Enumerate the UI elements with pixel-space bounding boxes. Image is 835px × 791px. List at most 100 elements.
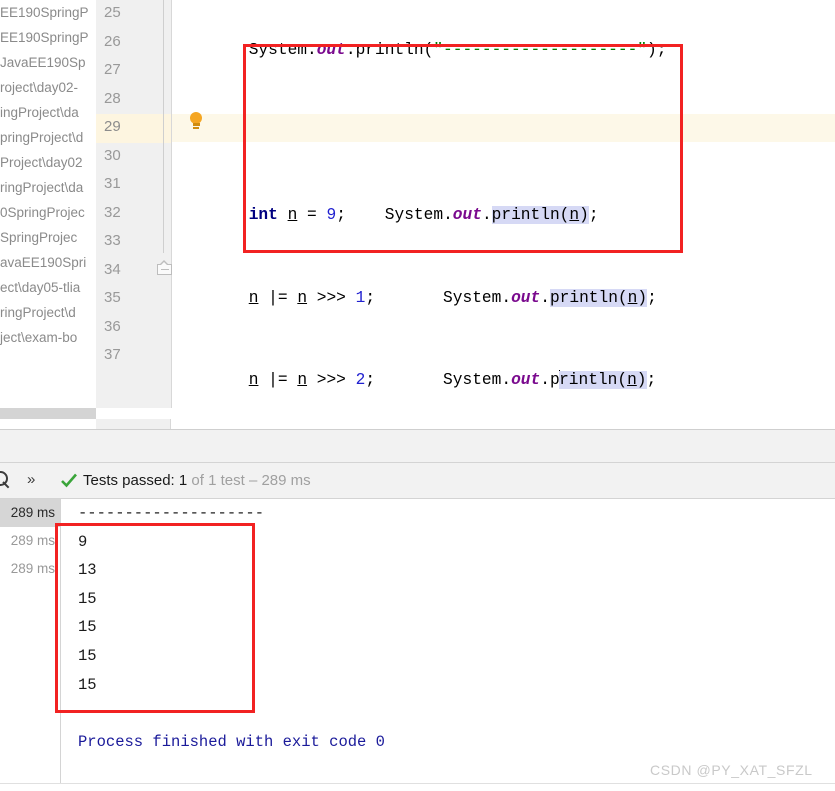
code-token-semi: ; bbox=[646, 371, 657, 389]
line-number: 25 bbox=[104, 4, 121, 21]
code-token-tail: ); bbox=[647, 41, 667, 59]
code-token-out: out bbox=[511, 371, 541, 389]
test-tree-row[interactable]: 289 ms bbox=[0, 555, 60, 583]
gutter-line: 35 bbox=[96, 285, 171, 314]
gutter-line: 28 bbox=[96, 86, 171, 115]
code-token-dot: . bbox=[501, 288, 512, 307]
tests-separator: – bbox=[248, 472, 258, 489]
tool-window-splitter[interactable] bbox=[0, 429, 835, 463]
code-token-sys: System bbox=[384, 206, 444, 224]
code-line-26[interactable] bbox=[171, 119, 835, 148]
code-token-semi: ; bbox=[336, 206, 385, 224]
path-row[interactable]: ject\exam-bo bbox=[0, 325, 96, 350]
fold-dash bbox=[160, 268, 169, 270]
project-panel-scrollbar[interactable] bbox=[0, 408, 835, 419]
code-token-dot: . bbox=[540, 288, 550, 307]
code-token-var-n: n bbox=[297, 371, 308, 389]
code-token-int: int bbox=[248, 206, 278, 224]
gutter-line: 32 bbox=[96, 200, 171, 229]
path-row[interactable]: ect\day05-tlia bbox=[0, 275, 96, 300]
code-token-sys: System bbox=[443, 371, 502, 389]
path-row[interactable]: pringProject\d bbox=[0, 125, 96, 150]
path-row[interactable]: ingProject\da bbox=[0, 100, 96, 125]
test-tree-row[interactable]: 289 ms bbox=[0, 499, 60, 527]
window-bottom-edge bbox=[0, 783, 835, 791]
gutter-line: 37 bbox=[96, 342, 171, 371]
code-token-sys: System bbox=[443, 288, 502, 307]
path-row[interactable]: avaEE190Spri bbox=[0, 250, 96, 275]
code-token-semi: ; bbox=[588, 206, 599, 224]
console-output[interactable]: -------------------- 9 13 15 15 15 15 Pr… bbox=[61, 499, 835, 791]
code-token-dot: . bbox=[307, 41, 317, 59]
scrollbar-thumb[interactable] bbox=[0, 408, 96, 419]
editor-area: EE190SpringP EE190SpringP JavaEE190Sp ro… bbox=[0, 0, 835, 429]
double-chevron-right-icon[interactable]: » bbox=[27, 471, 35, 488]
magnifier-icon[interactable] bbox=[0, 471, 15, 493]
code-token-var-n: n bbox=[248, 288, 259, 307]
line-number: 34 bbox=[104, 260, 121, 278]
console-line: 15 bbox=[78, 618, 97, 637]
code-token-ushift: >>> bbox=[307, 371, 356, 389]
console-line: 15 bbox=[78, 675, 97, 694]
line-number: 33 bbox=[104, 232, 121, 249]
run-tool-window: » Tests passed: 1 of 1 test – 289 ms 289… bbox=[0, 462, 835, 791]
code-token-dot: . bbox=[481, 206, 492, 224]
console-line: 15 bbox=[78, 646, 97, 665]
code-token-var-n: n bbox=[287, 206, 298, 224]
line-number: 32 bbox=[104, 203, 121, 221]
path-row[interactable]: roject\day02- bbox=[0, 75, 96, 100]
project-paths-panel[interactable]: EE190SpringP EE190SpringP JavaEE190Sp ro… bbox=[0, 0, 96, 408]
test-tree-row[interactable]: 289 ms bbox=[0, 527, 60, 555]
code-token-println: println( bbox=[355, 41, 434, 59]
path-row[interactable]: JavaEE190Sp bbox=[0, 50, 96, 75]
code-token-out: out bbox=[511, 288, 541, 307]
code-fold-collapse-icon[interactable] bbox=[157, 260, 172, 275]
line-number: 37 bbox=[104, 346, 121, 363]
gutter-line: 25 bbox=[96, 0, 171, 29]
code-line-25[interactable]: System.out.println("--------------------… bbox=[171, 36, 835, 65]
code-token-oras: |= bbox=[268, 371, 298, 389]
fold-roof-inner bbox=[160, 261, 168, 266]
test-tree-panel[interactable]: 289 ms 289 ms 289 ms bbox=[0, 499, 60, 791]
code-fold-line bbox=[163, 0, 166, 253]
path-row[interactable]: ringProject\d bbox=[0, 300, 96, 325]
tests-passed-count: 1 bbox=[178, 472, 188, 489]
line-number: 27 bbox=[104, 61, 121, 78]
line-number: 36 bbox=[104, 317, 121, 335]
code-token-literal: 2 bbox=[355, 371, 366, 389]
code-line-27[interactable]: int n = 9; System.out.println(n); bbox=[171, 201, 835, 230]
test-status-toolbar: » Tests passed: 1 of 1 test – 289 ms bbox=[0, 462, 835, 499]
gutter-line: 26 bbox=[96, 29, 171, 58]
code-token-println-highlighted: println(n) bbox=[549, 288, 648, 307]
code-token-println-highlighted: println(n) bbox=[491, 206, 589, 224]
code-line-28[interactable]: n |= n >>> 1; System.out.println(n); bbox=[171, 284, 835, 313]
code-token-var-n: n bbox=[248, 371, 259, 389]
code-token-dot: . bbox=[501, 371, 512, 389]
code-token-string: "--------------------" bbox=[433, 41, 648, 59]
gutter-line: 31 bbox=[96, 171, 171, 200]
path-row[interactable]: ringProject\da bbox=[0, 175, 96, 200]
code-token-println-highlighted: rintln(n) bbox=[559, 371, 647, 389]
code-line-29[interactable]: n |= n >>> 2; System.out.println(n); bbox=[171, 366, 835, 395]
code-token-oras: |= bbox=[268, 288, 298, 307]
path-row[interactable]: EE190SpringP bbox=[0, 0, 96, 25]
line-number-gutter[interactable]: 25 26 27 28 29 30 31 32 33 34 35 36 37 bbox=[96, 0, 172, 408]
code-token-semi: ; bbox=[365, 371, 444, 389]
line-number: 26 bbox=[104, 32, 121, 50]
code-token-ushift: >>> bbox=[307, 288, 356, 307]
path-row[interactable]: Project\day02 bbox=[0, 150, 96, 175]
code-token-dot: . bbox=[540, 371, 550, 389]
path-row[interactable]: EE190SpringP bbox=[0, 25, 96, 50]
path-row[interactable]: 0SpringProjec bbox=[0, 200, 96, 225]
path-row[interactable]: SpringProjec bbox=[0, 225, 96, 250]
code-token-literal: 9 bbox=[326, 206, 337, 224]
code-content[interactable]: System.out.println("--------------------… bbox=[171, 0, 835, 408]
console-line: 9 bbox=[78, 532, 88, 551]
console-line: -------------------- bbox=[78, 504, 265, 522]
code-token-assign: = bbox=[297, 206, 327, 224]
gutter-line-current: 29 bbox=[96, 114, 171, 143]
